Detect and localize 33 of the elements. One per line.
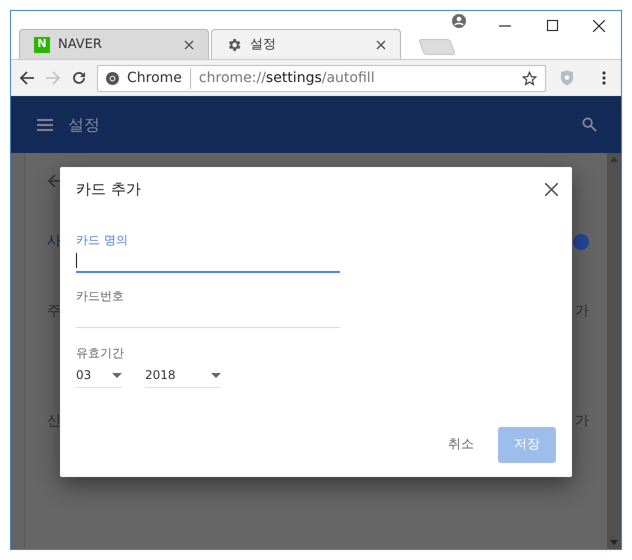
dialog-title: 카드 추가 (76, 178, 141, 200)
url-text: chrome://settings/autofill (198, 68, 376, 88)
setting-label: 사 (47, 232, 61, 251)
gear-icon (226, 36, 242, 52)
dropdown-caret-icon (112, 372, 122, 378)
reload-icon[interactable] (71, 70, 87, 86)
cancel-button[interactable]: 취소 (436, 427, 486, 463)
header-title: 설정 (68, 114, 101, 136)
text-field[interactable]: 카드번호 (76, 287, 340, 328)
browser-tab[interactable]: 설정 (211, 29, 401, 59)
dropdown-select[interactable]: 2018 (145, 366, 221, 388)
profile-icon[interactable] (452, 14, 466, 28)
dropdown-caret-icon (211, 372, 221, 378)
text-field[interactable]: 카드 명의 (76, 231, 340, 273)
expiration-label: 유효기간 (76, 345, 125, 362)
address-bar[interactable]: Chrome chrome://settings/autofill (97, 64, 546, 92)
maximize-icon[interactable] (547, 20, 558, 31)
minimize-icon[interactable] (499, 25, 511, 27)
star-icon[interactable] (522, 70, 537, 86)
back-arrow-icon[interactable] (47, 173, 63, 189)
site-label: Chrome (127, 68, 191, 88)
close-icon[interactable] (545, 182, 558, 196)
back-icon[interactable] (19, 70, 35, 86)
search-icon[interactable] (582, 117, 597, 132)
chrome-icon (106, 72, 119, 84)
menu-icon[interactable] (602, 71, 606, 85)
close-icon[interactable] (593, 20, 605, 32)
toggle-knob[interactable] (573, 234, 589, 250)
menu-icon[interactable] (37, 118, 53, 130)
browser-tab[interactable]: N NAVER (19, 29, 209, 59)
close-icon[interactable] (376, 40, 386, 50)
dropdown-select[interactable]: 03 (76, 366, 122, 388)
naver-icon: N (34, 36, 50, 52)
